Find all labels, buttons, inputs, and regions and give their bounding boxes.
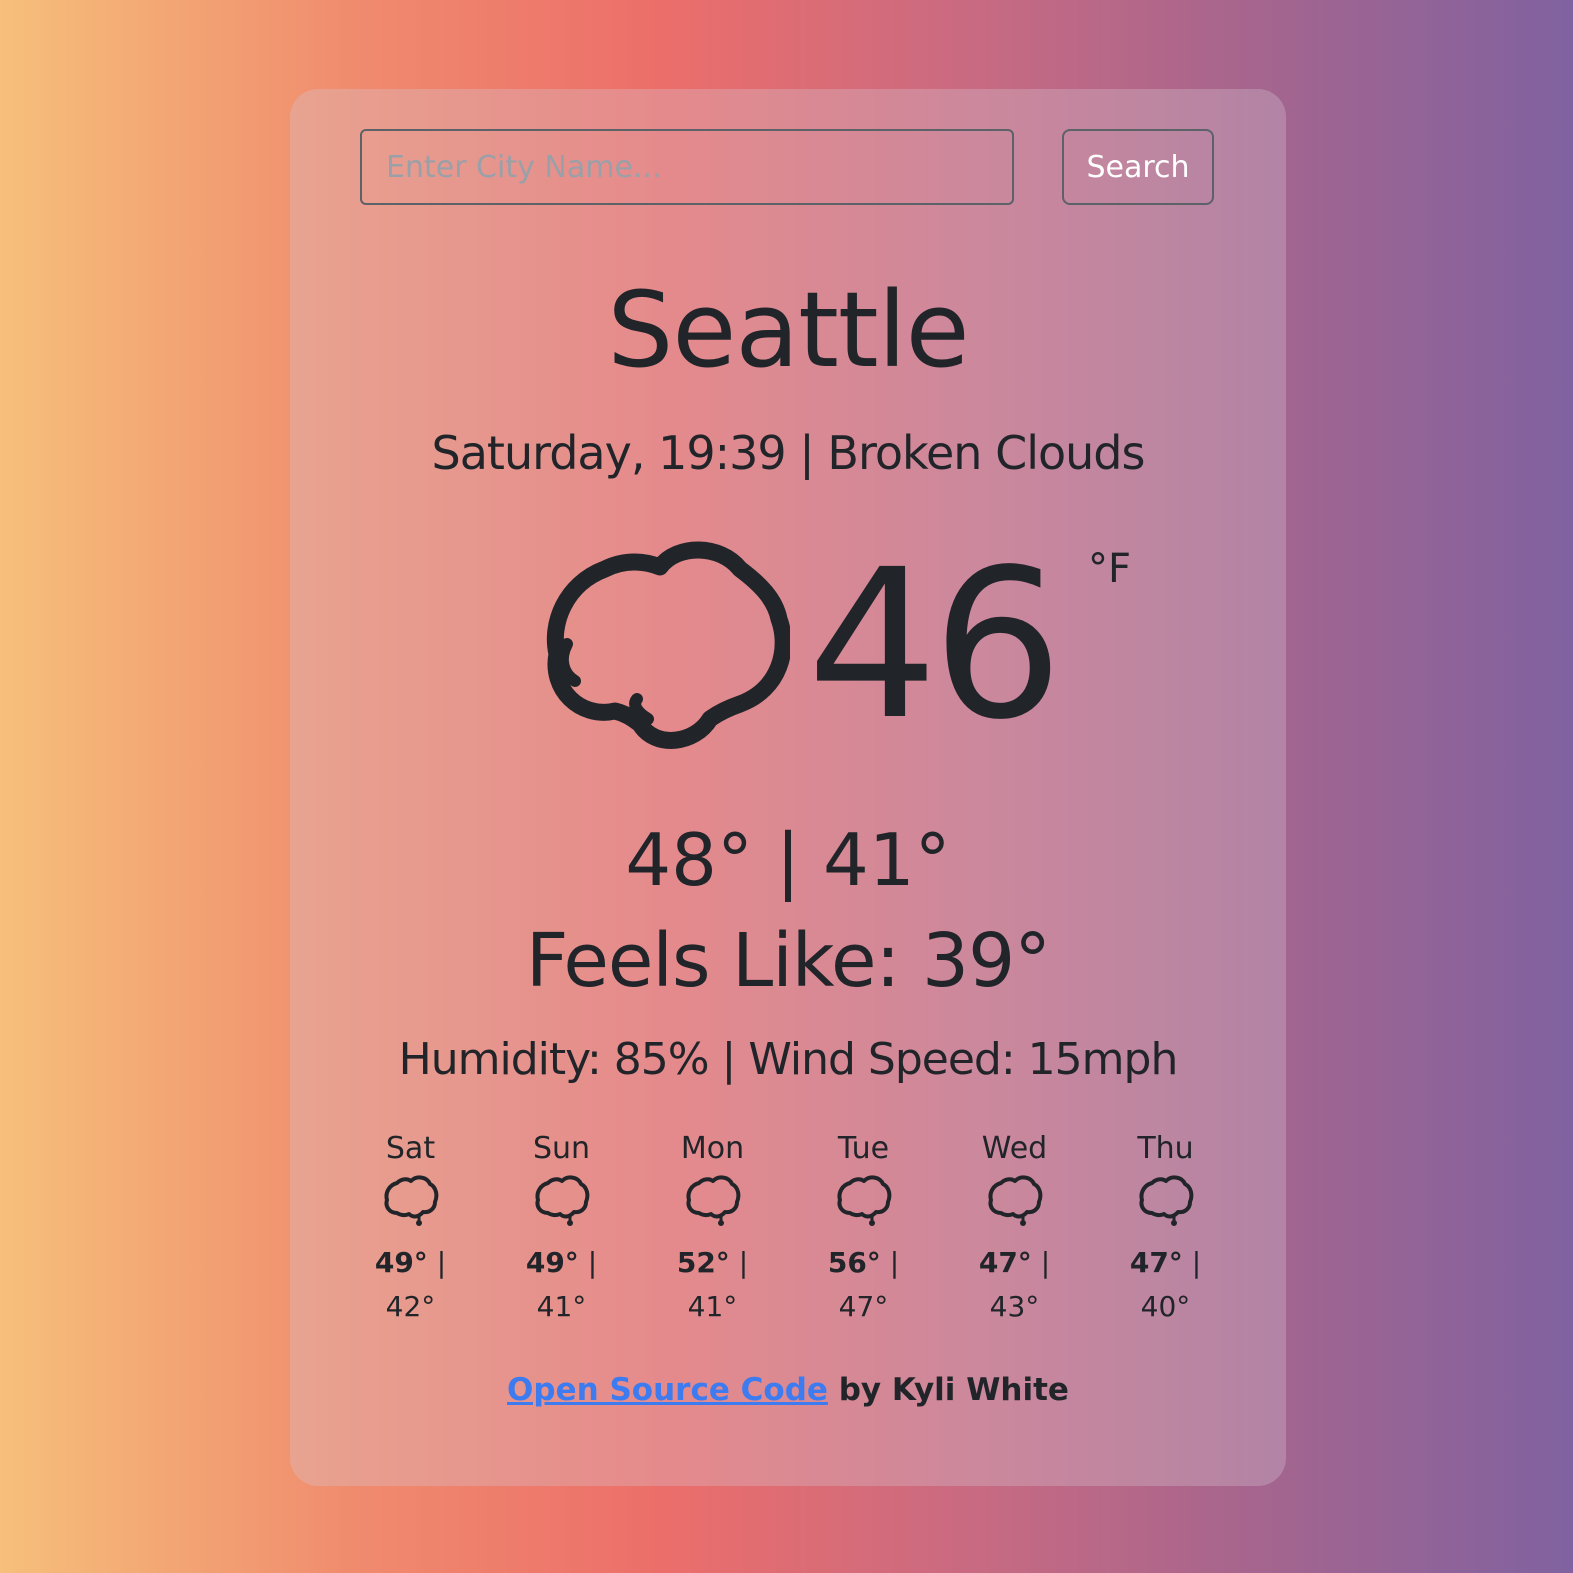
forecast-separator: |	[578, 1246, 598, 1279]
forecast-low: 43°	[989, 1290, 1040, 1323]
forecast-day: Wed 47° | 43°	[939, 1129, 1090, 1339]
forecast-day: Tue 56° | 47°	[788, 1129, 939, 1339]
rain-cloud-icon	[384, 1175, 438, 1226]
feels-like-temperature: Feels Like: 39°	[525, 918, 1051, 1004]
city-search-input[interactable]	[360, 129, 1014, 205]
rain-cloud-icon	[837, 1175, 891, 1226]
forecast-separator: |	[1031, 1246, 1051, 1279]
date-time-conditions: Saturday, 19:39 | Broken Clouds	[431, 426, 1146, 480]
cloud-icon	[546, 541, 790, 749]
rain-cloud-icon	[1139, 1175, 1193, 1226]
current-temperature: 46	[807, 525, 1063, 765]
forecast-temps: 49° | 41°	[486, 1241, 637, 1329]
forecast-day-name: Sat	[385, 1131, 436, 1166]
current-conditions: 46 °F	[545, 535, 1145, 759]
high-low-temperature: 48° | 41°	[625, 818, 951, 902]
open-source-code-link[interactable]: Open Source Code	[507, 1372, 828, 1408]
weather-card: Search Seattle Saturday, 19:39 | Broken …	[290, 89, 1286, 1486]
forecast-low: 40°	[1140, 1290, 1191, 1323]
temperature-unit-toggle[interactable]: °F	[1088, 547, 1131, 591]
forecast-list: Sat 49° | 42° Sun 49° | 41° Mon 52° | 41…	[335, 1129, 1241, 1339]
footer: Open Source Code by Kyli White	[290, 1367, 1286, 1413]
search-form: Search	[360, 129, 1216, 205]
forecast-day: Sat 49° | 42°	[335, 1129, 486, 1339]
forecast-high: 49°	[525, 1246, 579, 1279]
forecast-day-name: Wed	[981, 1131, 1048, 1166]
forecast-day: Mon 52° | 41°	[637, 1129, 788, 1339]
forecast-day: Thu 47° | 40°	[1090, 1129, 1241, 1339]
forecast-low: 41°	[687, 1290, 738, 1323]
forecast-low: 42°	[385, 1290, 436, 1323]
forecast-high: 52°	[676, 1246, 730, 1279]
forecast-temps: 47° | 43°	[939, 1241, 1090, 1329]
rain-cloud-icon	[686, 1175, 740, 1226]
forecast-separator: |	[729, 1246, 749, 1279]
forecast-temps: 47° | 40°	[1090, 1241, 1241, 1329]
forecast-temps: 56° | 47°	[788, 1241, 939, 1329]
forecast-high: 47°	[1129, 1246, 1183, 1279]
forecast-separator: |	[880, 1246, 900, 1279]
forecast-separator: |	[427, 1246, 447, 1279]
rain-cloud-icon	[988, 1175, 1042, 1226]
forecast-temps: 52° | 41°	[637, 1241, 788, 1329]
forecast-high: 49°	[374, 1246, 428, 1279]
author-credit: by Kyli White	[827, 1372, 1069, 1408]
forecast-separator: |	[1182, 1246, 1202, 1279]
forecast-day-name: Tue	[837, 1131, 890, 1166]
forecast-day-name: Mon	[680, 1131, 745, 1166]
forecast-day-name: Thu	[1137, 1131, 1194, 1166]
rain-cloud-icon	[535, 1175, 589, 1226]
search-button[interactable]: Search	[1062, 129, 1214, 205]
forecast-low: 47°	[838, 1290, 889, 1323]
forecast-low: 41°	[536, 1290, 587, 1323]
forecast-day: Sun 49° | 41°	[486, 1129, 637, 1339]
forecast-high: 47°	[978, 1246, 1032, 1279]
forecast-day-name: Sun	[532, 1131, 591, 1166]
forecast-high: 56°	[827, 1246, 881, 1279]
humidity-wind-details: Humidity: 85% | Wind Speed: 15mph	[398, 1034, 1179, 1085]
forecast-temps: 49° | 42°	[335, 1241, 486, 1329]
city-name: Seattle	[607, 269, 969, 391]
